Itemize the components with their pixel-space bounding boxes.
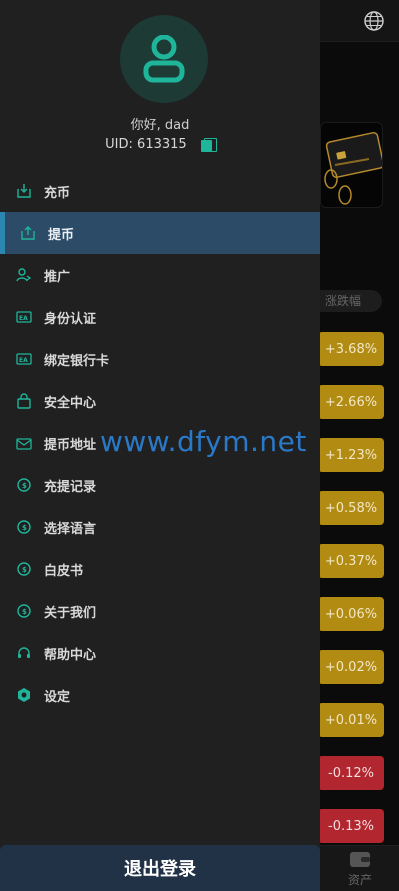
menu-item-label: 身份认证 xyxy=(44,311,97,327)
menu-item-label: 充币 xyxy=(44,185,71,201)
change-badge: +0.02% xyxy=(318,650,384,684)
svg-text:$: $ xyxy=(22,566,27,574)
nav-assets[interactable]: 资产 xyxy=(345,849,375,888)
menu-item[interactable]: 充币 xyxy=(0,170,320,212)
menu-item[interactable]: $ 充提记录 xyxy=(0,464,320,506)
svg-text:EA: EA xyxy=(19,357,28,364)
menu-item-label: 提币 xyxy=(48,227,75,243)
menu-item-label: 充提记录 xyxy=(44,479,97,495)
menu-item-label: 推广 xyxy=(44,269,71,285)
globe-icon[interactable] xyxy=(363,10,385,32)
change-badge: -0.12% xyxy=(318,756,384,790)
change-badge: +0.37% xyxy=(318,544,384,578)
menu-item[interactable]: $ 选择语言 xyxy=(0,506,320,548)
change-badge: +0.58% xyxy=(318,491,384,525)
user-icon xyxy=(143,35,185,83)
gear-icon xyxy=(16,687,32,703)
menu-item[interactable]: EA 身份认证 xyxy=(0,296,320,338)
id-card-icon: EA xyxy=(16,309,32,325)
change-badge: +3.68% xyxy=(318,332,384,366)
logout-button[interactable]: 退出登录 xyxy=(0,845,320,891)
copy-icon[interactable] xyxy=(200,137,217,152)
change-badge: -0.13% xyxy=(318,809,384,843)
svg-text:EA: EA xyxy=(19,315,28,322)
menu-item[interactable]: 提币 xyxy=(0,212,320,254)
bank-card-icon: EA xyxy=(16,351,32,367)
headset-icon xyxy=(16,645,32,661)
change-badge: +1.23% xyxy=(318,438,384,472)
deposit-icon xyxy=(16,183,32,199)
coin-icon: $ xyxy=(16,603,32,619)
change-badge: +2.66% xyxy=(318,385,384,419)
menu-item-label: 提币地址 xyxy=(44,437,97,453)
menu-item[interactable]: $ 白皮书 xyxy=(0,548,320,590)
menu-item-label: 安全中心 xyxy=(44,395,97,411)
lock-icon xyxy=(16,393,32,409)
menu-item[interactable]: 帮助中心 xyxy=(0,632,320,674)
menu-item[interactable]: 安全中心 xyxy=(0,380,320,422)
coin-icon: $ xyxy=(16,519,32,535)
menu-item[interactable]: 推广 xyxy=(0,254,320,296)
nav-assets-label: 资产 xyxy=(347,873,372,887)
svg-text:$: $ xyxy=(22,482,27,490)
uid-text: UID: 613315 xyxy=(105,137,187,152)
promo-banner[interactable] xyxy=(320,122,383,208)
menu-item-label: 绑定银行卡 xyxy=(44,353,110,369)
uid-row: UID: 613315 xyxy=(0,137,320,152)
menu-item[interactable]: EA 绑定银行卡 xyxy=(0,338,320,380)
coin-icon: $ xyxy=(16,561,32,577)
greeting: 你好, dad xyxy=(130,118,190,133)
svg-text:$: $ xyxy=(22,608,27,616)
avatar[interactable] xyxy=(120,15,208,103)
menu-item[interactable]: $ 关于我们 xyxy=(0,590,320,632)
change-badge: +0.06% xyxy=(318,597,384,631)
user-share-icon xyxy=(16,267,32,283)
menu-item-label: 关于我们 xyxy=(44,605,97,621)
credit-card-illustration xyxy=(324,131,382,205)
wallet-icon xyxy=(350,852,370,867)
mail-icon xyxy=(16,435,32,451)
menu-item[interactable]: 设定 xyxy=(0,674,320,716)
menu-item-label: 帮助中心 xyxy=(44,647,97,663)
menu-item-label: 白皮书 xyxy=(44,563,84,579)
svg-text:$: $ xyxy=(22,524,27,532)
coin-icon: $ xyxy=(16,477,32,493)
change-badge: +0.01% xyxy=(318,703,384,737)
menu-item-label: 设定 xyxy=(44,689,71,705)
withdraw-icon xyxy=(20,225,36,241)
watermark: www.dfym.net xyxy=(100,425,307,458)
menu-item-label: 选择语言 xyxy=(44,521,97,537)
